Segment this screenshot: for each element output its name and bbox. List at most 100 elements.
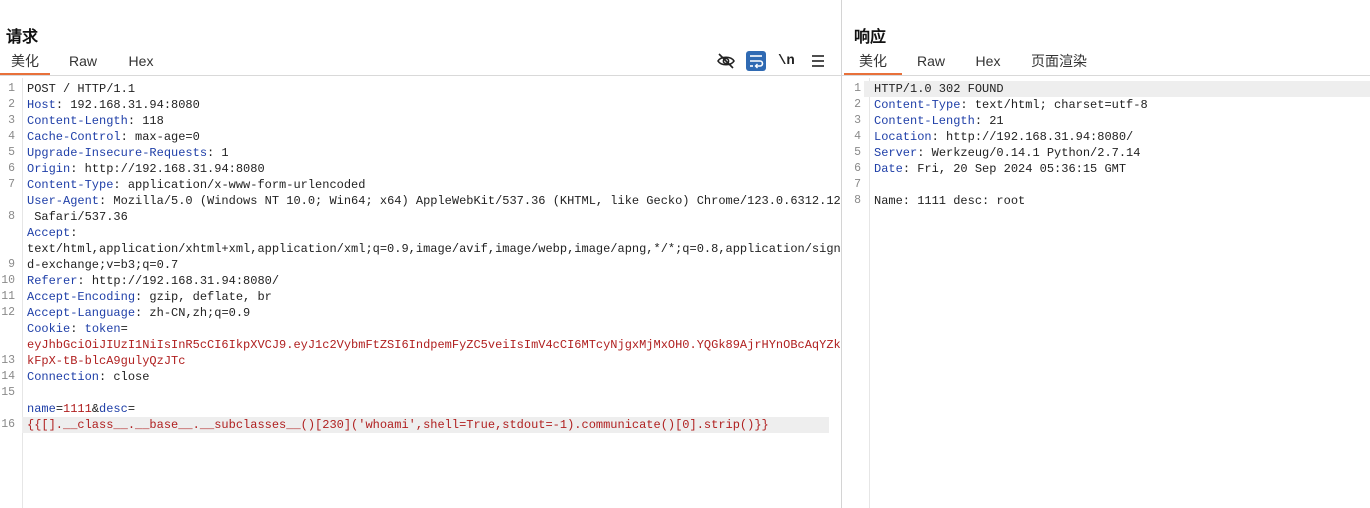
- code-text: Connection: close: [27, 369, 829, 385]
- response-tab-raw[interactable]: Raw: [910, 47, 952, 74]
- request-pane: 请求 美化 Raw Hex \n 1 POST / HTTP/1.1 2 Hos…: [0, 0, 841, 508]
- code-text: text/html,application/xhtml+xml,applicat…: [27, 241, 841, 257]
- header-value: : 1: [207, 146, 229, 160]
- request-tab-pretty[interactable]: 美化: [0, 47, 50, 75]
- line-number: 10: [1, 274, 15, 287]
- code-line: 6 Date: Fri, 20 Sep 2024 05:36:15 GMT: [842, 161, 1370, 177]
- code-line: 5 Server: Werkzeug/0.14.1 Python/2.7.14: [842, 145, 1370, 161]
- line-number: 6: [854, 162, 861, 175]
- param-value: {{[].__class__.__base__.__subclasses__()…: [27, 418, 769, 432]
- code-line: 16 name=1111&desc=: [0, 401, 841, 431]
- code-text: Location: http://192.168.31.94:8080/: [874, 129, 1358, 145]
- code-line: eyJhbGciOiJIUzI1NiIsInR5cCI6IkpXVCJ9.eyJ…: [0, 337, 841, 353]
- code-line: 3 Content-Length: 21: [842, 113, 1370, 129]
- header-value: : 21: [974, 114, 1004, 128]
- code-text: Date: Fri, 20 Sep 2024 05:36:15 GMT: [874, 161, 1358, 177]
- header-key: Host: [27, 98, 56, 112]
- code-line: text/html,application/xhtml+xml,applicat…: [0, 241, 841, 257]
- header-key: Content-Length: [27, 114, 128, 128]
- header-value: Safari/537.36: [27, 210, 128, 224]
- code-line: 7: [842, 177, 1370, 193]
- code-text: Content-Length: 118: [27, 113, 829, 129]
- header-key: Referer: [27, 274, 78, 288]
- header-value: : zh-CN,zh;q=0.9: [135, 306, 251, 320]
- code-line: 15: [0, 385, 841, 401]
- code-text: Content-Type: application/x-www-form-url…: [27, 177, 829, 193]
- header-value: &: [91, 402, 100, 416]
- line-number: 12: [1, 306, 15, 319]
- code-line: 13 Cookie: token=: [0, 321, 841, 367]
- line-number: 5: [854, 146, 861, 159]
- line-number: 2: [8, 98, 15, 111]
- code-text: kFpX-tB-blcA9gulyQzJTc: [27, 353, 829, 369]
- header-value: : gzip, deflate, br: [135, 290, 272, 304]
- request-tab-hex[interactable]: Hex: [120, 47, 162, 74]
- header-value: : application/x-www-form-urlencoded: [113, 178, 366, 192]
- line-number: 6: [8, 162, 15, 175]
- code-text: Accept-Encoding: gzip, deflate, br: [27, 289, 829, 305]
- menu-icon[interactable]: [808, 51, 828, 71]
- header-key: User-Agent: [27, 194, 100, 208]
- code-text: Accept-Language: zh-CN,zh;q=0.9: [27, 305, 829, 321]
- line-number: 7: [8, 178, 15, 191]
- request-editor[interactable]: 1 POST / HTTP/1.1 2 Host: 192.168.31.94:808…: [0, 78, 841, 508]
- code-text: Accept:: [27, 225, 829, 241]
- header-value: : 118: [127, 114, 164, 128]
- line-number: 7: [854, 178, 861, 191]
- header-value: HTTP/1.0 302 FOUND: [874, 82, 1004, 96]
- line-number: 3: [8, 114, 15, 127]
- code-line: d-exchange;v=b3;q=0.7: [0, 257, 841, 273]
- line-number: 5: [8, 146, 15, 159]
- code-text: Content-Length: 21: [874, 113, 1358, 129]
- eye-slash-icon[interactable]: [716, 51, 736, 71]
- code-line: 1 POST / HTTP/1.1: [0, 81, 841, 97]
- code-line: 4 Cache-Control: max-age=0: [0, 129, 841, 145]
- header-key: desc: [99, 402, 128, 416]
- header-key: Server: [874, 146, 918, 160]
- code-line: Safari/537.36: [0, 209, 841, 225]
- line-number: 8: [854, 194, 861, 207]
- header-key: Connection: [27, 370, 100, 384]
- header-key: Date: [874, 162, 903, 176]
- code-text: Server: Werkzeug/0.14.1 Python/2.7.14: [874, 145, 1358, 161]
- response-pane: 响应 美化 Raw Hex 页面渲染 1 HTTP/1.0 302 FOUND 2 C…: [842, 0, 1370, 508]
- response-editor[interactable]: 1 HTTP/1.0 302 FOUND 2 Content-Type: text/h…: [842, 78, 1370, 508]
- line-number: 14: [1, 370, 15, 383]
- header-value: =: [120, 322, 128, 336]
- code-line: 2 Host: 192.168.31.94:8080: [0, 97, 841, 113]
- newline-icon[interactable]: \n: [778, 51, 800, 71]
- code-text: Content-Type: text/html; charset=utf-8: [874, 97, 1358, 113]
- response-title: 响应: [854, 29, 887, 46]
- response-tab-hex[interactable]: Hex: [968, 47, 1008, 74]
- code-line: 4 Location: http://192.168.31.94:8080/: [842, 129, 1370, 145]
- header-key: Cookie: [27, 322, 71, 336]
- header-value: =: [127, 402, 136, 416]
- response-tabs: 美化 Raw Hex 页面渲染: [842, 47, 1370, 76]
- code-line: 14 Connection: close: [0, 369, 841, 385]
- header-key: Origin: [27, 162, 71, 176]
- header-key: Upgrade-Insecure-Requests: [27, 146, 208, 160]
- code-text: Host: 192.168.31.94:8080: [27, 97, 829, 113]
- code-line: 9 Accept:: [0, 225, 841, 271]
- wrap-icon[interactable]: [746, 51, 766, 71]
- request-tabs: 美化 Raw Hex \n: [0, 47, 841, 76]
- request-tab-raw[interactable]: Raw: [62, 47, 104, 74]
- header-value: : Werkzeug/0.14.1 Python/2.7.14: [917, 146, 1141, 160]
- response-tab-render[interactable]: 页面渲染: [1028, 47, 1090, 74]
- header-key: token: [84, 322, 121, 336]
- code-line: 8 Name: 1111 desc: root: [842, 193, 1370, 209]
- code-text: HTTP/1.0 302 FOUND: [874, 81, 1358, 97]
- param-value: 1111: [63, 402, 92, 416]
- code-text: d-exchange;v=b3;q=0.7: [27, 257, 829, 273]
- code-line: 3 Content-Length: 118: [0, 113, 841, 129]
- code-line: 1 HTTP/1.0 302 FOUND: [842, 81, 1370, 97]
- header-key: Accept-Encoding: [27, 290, 136, 304]
- line-number: 2: [854, 98, 861, 111]
- response-tab-pretty[interactable]: 美化: [844, 47, 902, 75]
- header-value: : Mozilla/5.0 (Windows NT 10.0; Win64; x…: [99, 194, 841, 208]
- header-value: : http://192.168.31.94:8080/: [77, 274, 280, 288]
- code-text: Cache-Control: max-age=0: [27, 129, 829, 145]
- code-line: 8 User-Agent: Mozilla/5.0 (Windows NT 10.…: [0, 193, 841, 223]
- code-line: 6 Origin: http://192.168.31.94:8080: [0, 161, 841, 177]
- header-value: :: [70, 226, 78, 240]
